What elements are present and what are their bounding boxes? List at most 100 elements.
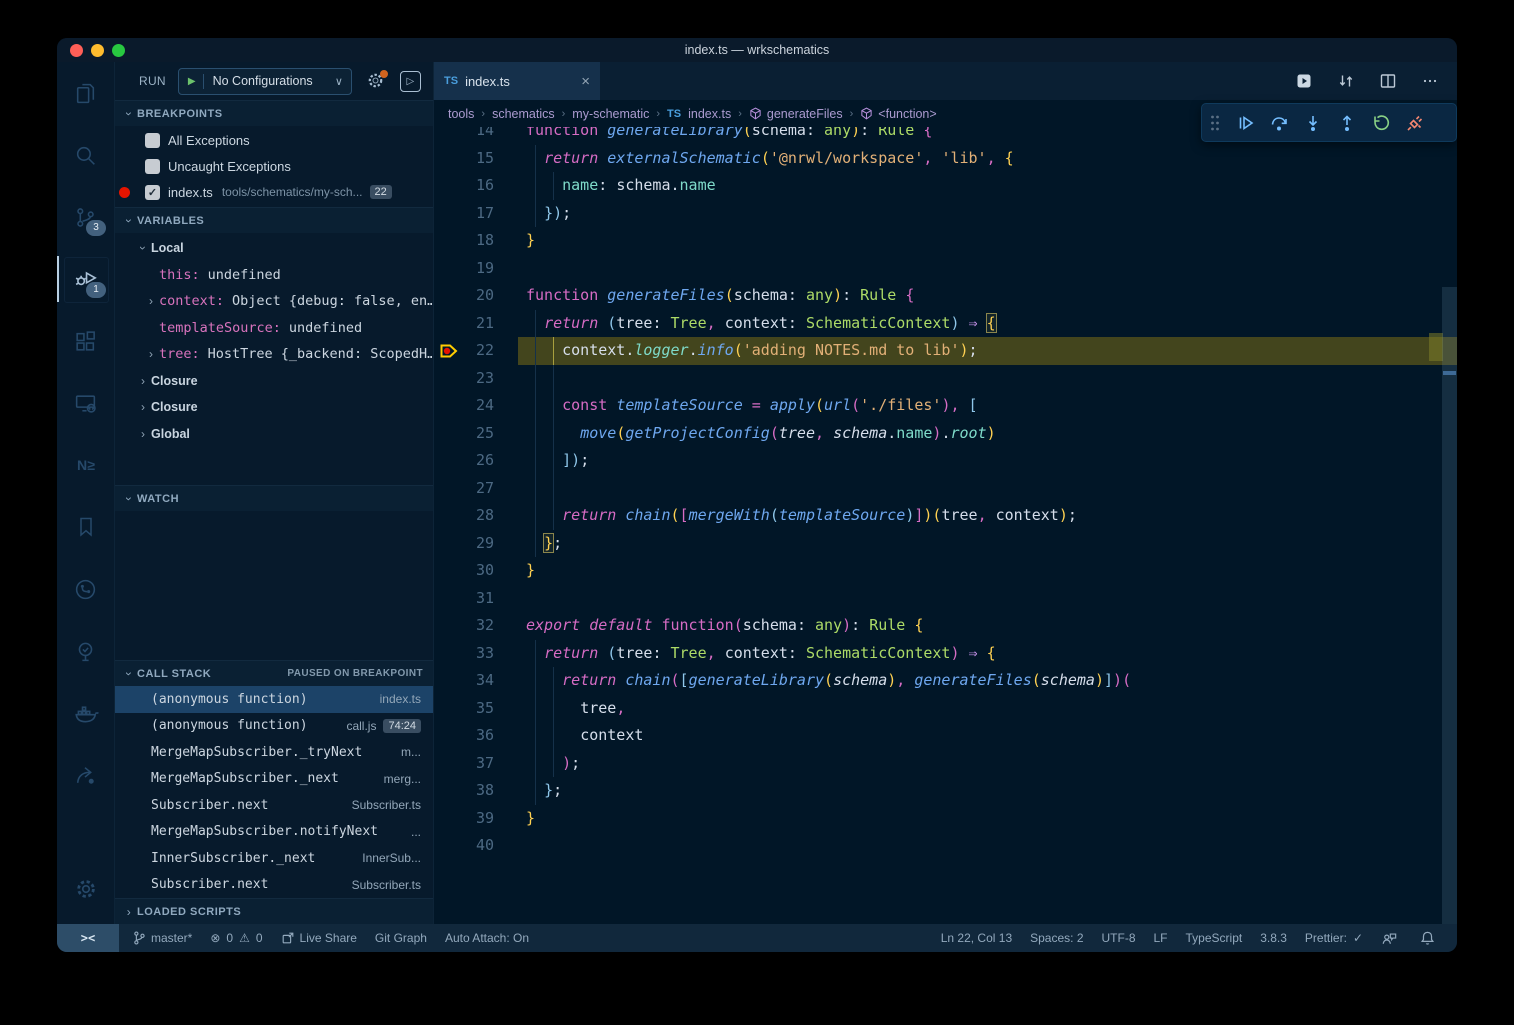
- line-number[interactable]: 19: [434, 255, 494, 283]
- code-line-26[interactable]: 26 ]);: [434, 447, 1457, 475]
- line-number[interactable]: 26: [434, 447, 494, 475]
- code-text[interactable]: return chain([generateLibrary(schema), g…: [494, 667, 1131, 695]
- code-text[interactable]: return (tree: Tree, context: SchematicCo…: [494, 310, 996, 338]
- code-line-27[interactable]: 27: [434, 475, 1457, 503]
- code-line-38[interactable]: 38 };: [434, 777, 1457, 805]
- line-number[interactable]: 21: [434, 310, 494, 338]
- checkbox-checked[interactable]: ✓: [145, 185, 160, 200]
- code-line-40[interactable]: 40: [434, 832, 1457, 860]
- code-line-35[interactable]: 35 tree,: [434, 695, 1457, 723]
- code-area[interactable]: 14function generateLibrary(schema: any):…: [434, 127, 1457, 924]
- variable-row[interactable]: templateSource:undefined: [115, 315, 433, 342]
- line-number[interactable]: 25: [434, 420, 494, 448]
- line-number[interactable]: 15: [434, 145, 494, 173]
- code-line-15[interactable]: 15 return externalSchematic('@nrwl/works…: [434, 145, 1457, 173]
- breadcrumb-item[interactable]: index.ts: [688, 107, 731, 121]
- call-stack-frame[interactable]: (anonymous function)index.ts: [115, 686, 433, 713]
- sidebar-item-run-debug[interactable]: 1: [57, 248, 114, 310]
- code-line-39[interactable]: 39}: [434, 805, 1457, 833]
- line-number[interactable]: 35: [434, 695, 494, 723]
- sidebar-item-docker[interactable]: [57, 682, 114, 744]
- breadcrumb-item[interactable]: generateFiles: [767, 107, 843, 121]
- branch-indicator[interactable]: master*: [132, 930, 192, 946]
- watch-section-header[interactable]: › WATCH: [115, 485, 433, 511]
- line-number[interactable]: 24: [434, 392, 494, 420]
- disconnect-button[interactable]: [1398, 104, 1432, 141]
- remote-indicator[interactable]: ><: [57, 924, 119, 952]
- sidebar-item-nx-console[interactable]: N≥: [57, 434, 114, 496]
- breakpoint-index-ts[interactable]: ✓ index.ts tools/schematics/my-sch... 22: [115, 179, 433, 205]
- call-stack-frame[interactable]: MergeMapSubscriber._tryNextm...: [115, 739, 433, 766]
- code-line-30[interactable]: 30}: [434, 557, 1457, 585]
- line-number[interactable]: 33: [434, 640, 494, 668]
- compare-changes-icon[interactable]: [1337, 72, 1355, 90]
- line-number[interactable]: 23: [434, 365, 494, 393]
- line-number[interactable]: 36: [434, 722, 494, 750]
- notifications-button[interactable]: [1420, 930, 1440, 946]
- code-text[interactable]: ]);: [494, 447, 589, 475]
- checkbox-unchecked[interactable]: [145, 159, 160, 174]
- git-graph-button[interactable]: Git Graph: [375, 931, 427, 945]
- feedback-button[interactable]: [1381, 931, 1402, 946]
- code-text[interactable]: context: [494, 722, 643, 750]
- line-number[interactable]: 39: [434, 805, 494, 833]
- sidebar-item-search[interactable]: [57, 124, 114, 186]
- code-line-21[interactable]: 21 return (tree: Tree, context: Schemati…: [434, 310, 1457, 338]
- encoding-setting[interactable]: UTF-8: [1102, 931, 1136, 945]
- variable-row[interactable]: ›tree:HostTree {_backend: ScopedH…: [115, 341, 433, 368]
- call-stack-frame[interactable]: Subscriber.nextSubscriber.ts: [115, 872, 433, 899]
- code-line-32[interactable]: 32export default function(schema: any): …: [434, 612, 1457, 640]
- line-number[interactable]: 32: [434, 612, 494, 640]
- code-line-33[interactable]: 33 return (tree: Tree, context: Schemati…: [434, 640, 1457, 668]
- code-line-23[interactable]: 23: [434, 365, 1457, 393]
- problems-indicator[interactable]: ⊗ 0 ⚠ 0: [210, 931, 262, 945]
- prettier-status[interactable]: Prettier: ✓: [1305, 931, 1363, 945]
- chevron-down-icon[interactable]: ›: [136, 240, 150, 256]
- restart-button[interactable]: [1364, 104, 1398, 141]
- breadcrumb-item[interactable]: <function>: [878, 107, 936, 121]
- code-text[interactable]: [494, 475, 526, 503]
- call-stack-frame[interactable]: InnerSubscriber._nextInnerSub...: [115, 845, 433, 872]
- code-text[interactable]: }: [494, 227, 535, 255]
- code-text[interactable]: return externalSchematic('@nrwl/workspac…: [494, 145, 1014, 173]
- tab-index-ts[interactable]: TS index.ts ×: [434, 62, 600, 100]
- chevron-right-icon[interactable]: ›: [135, 400, 151, 414]
- code-text[interactable]: name: schema.name: [494, 172, 716, 200]
- line-number[interactable]: 31: [434, 585, 494, 613]
- live-share-button[interactable]: Live Share: [281, 931, 357, 945]
- code-line-22[interactable]: 22 context.logger.info('adding NOTES.md …: [434, 337, 1457, 365]
- sidebar-item-extensions[interactable]: [57, 310, 114, 372]
- code-line-31[interactable]: 31: [434, 585, 1457, 613]
- chevron-right-icon[interactable]: ›: [135, 427, 151, 441]
- variable-row[interactable]: ›Closure: [115, 394, 433, 421]
- call-stack-frame[interactable]: MergeMapSubscriber._nextmerg...: [115, 766, 433, 793]
- loaded-scripts-section-header[interactable]: › LOADED SCRIPTS: [115, 898, 433, 924]
- open-changes-icon[interactable]: [1295, 72, 1313, 90]
- code-text[interactable]: };: [494, 530, 562, 558]
- code-line-16[interactable]: 16 name: schema.name: [434, 172, 1457, 200]
- sidebar-item-source-control[interactable]: 3: [57, 186, 114, 248]
- language-mode[interactable]: TypeScript: [1186, 931, 1243, 945]
- code-line-37[interactable]: 37 );: [434, 750, 1457, 778]
- code-line-18[interactable]: 18}: [434, 227, 1457, 255]
- code-line-17[interactable]: 17 });: [434, 200, 1457, 228]
- split-editor-icon[interactable]: [1379, 72, 1397, 90]
- code-text[interactable]: }: [494, 557, 535, 585]
- breadcrumb-item[interactable]: schematics: [492, 107, 555, 121]
- indentation-setting[interactable]: Spaces: 2: [1030, 931, 1083, 945]
- auto-attach-toggle[interactable]: Auto Attach: On: [445, 931, 529, 945]
- sidebar-item-live-share[interactable]: [57, 744, 114, 806]
- call-stack-section-header[interactable]: › CALL STACK PAUSED ON BREAKPOINT: [115, 660, 433, 686]
- code-text[interactable]: [494, 585, 526, 613]
- line-number[interactable]: 29: [434, 530, 494, 558]
- code-text[interactable]: move(getProjectConfig(tree, schema.name)…: [494, 420, 996, 448]
- sidebar-item-testing[interactable]: [57, 620, 114, 682]
- line-number[interactable]: 40: [434, 832, 494, 860]
- code-text[interactable]: [494, 832, 526, 860]
- step-over-button[interactable]: [1262, 104, 1296, 141]
- sidebar-item-explorer[interactable]: [57, 62, 114, 124]
- line-number[interactable]: 28: [434, 502, 494, 530]
- step-out-button[interactable]: [1330, 104, 1364, 141]
- breadcrumb-item[interactable]: tools: [448, 107, 474, 121]
- variable-row[interactable]: ›Closure: [115, 368, 433, 395]
